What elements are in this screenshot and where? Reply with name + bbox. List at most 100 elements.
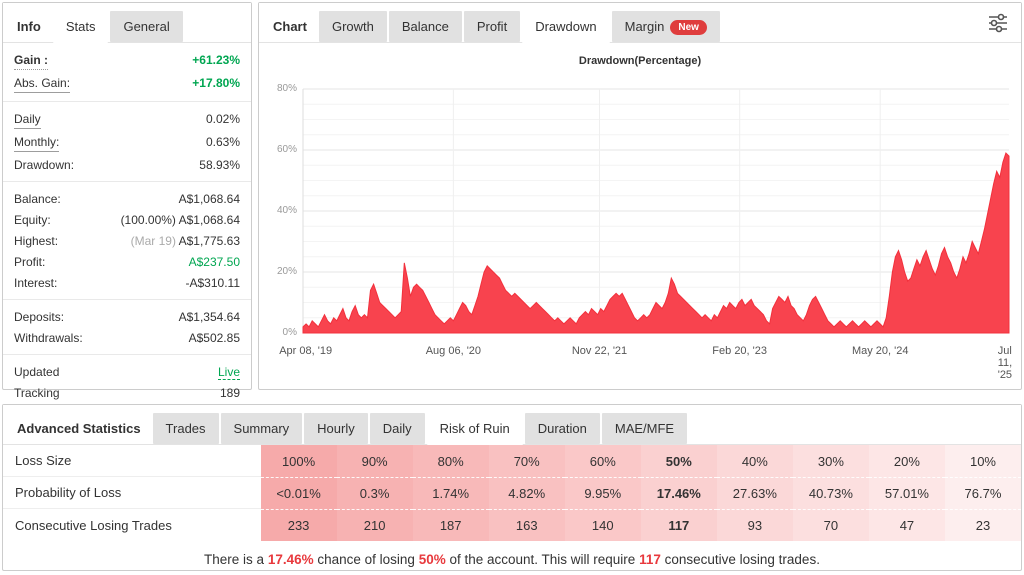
stat-group: Daily0.02%Monthly:0.63%Drawdown:58.93% [3, 102, 251, 182]
stat-row-abs-gain: Abs. Gain:+17.80% [14, 72, 240, 95]
stat-row-interest: Interest:-A$310.11 [14, 272, 240, 293]
stat-value-text: 58.93% [199, 158, 240, 172]
table-cell: 40% [717, 445, 793, 477]
tab-daily[interactable]: Daily [370, 413, 425, 444]
stat-value-text: +61.23% [192, 53, 240, 67]
chart-settings-sliders-icon[interactable] [987, 13, 1009, 38]
tab-text: Summary [234, 421, 290, 436]
table-cell: 140 [565, 509, 641, 541]
stat-value: -A$310.11 [186, 275, 241, 291]
table-cell: 100% [261, 445, 337, 477]
table-cell: 117 [641, 509, 717, 541]
x-axis-label: Apr 08, '19 [279, 345, 332, 357]
page: Info Stats General Gain : +61.23% Abs. Gai… [0, 0, 1024, 575]
stat-row-highest: Highest:(Mar 19) A$1,775.63 [14, 230, 240, 251]
stat-value-text[interactable]: Live [218, 365, 240, 380]
table-cell: 20% [869, 445, 945, 477]
table-cell: 9.95% [565, 477, 641, 509]
stat-row-gain: Gain : +61.23% [14, 49, 240, 72]
tab-info[interactable]: Info [11, 11, 51, 42]
stat-value: 0.02% [206, 111, 240, 127]
table-cell: 70 [793, 509, 869, 541]
stat-row-deposits: Deposits: A$1,354.64 [14, 306, 240, 327]
tab-text: MAE/MFE [615, 421, 674, 436]
risk-summary-text: There is a 17.46% chance of losing 50% o… [3, 541, 1021, 567]
tab-margin[interactable]: MarginNew [612, 11, 720, 42]
table-cell: 93 [717, 509, 793, 541]
stat-value: +17.80% [192, 75, 240, 91]
x-axis-label: Feb 20, '23 [712, 345, 767, 357]
stat-label: Deposits: [14, 309, 64, 325]
summary-text: There is a [204, 552, 268, 567]
table-cell: 10% [945, 445, 1021, 477]
tab-duration[interactable]: Duration [525, 413, 600, 444]
tab-text: Growth [332, 19, 374, 34]
stats-groups: Gain : +61.23% Abs. Gain:+17.80% Daily 0.02%… [3, 43, 251, 409]
stat-value-prefix: (100.00%) [121, 213, 179, 227]
stat-label: Balance: [14, 191, 61, 207]
table-cell: 17.46% [641, 477, 717, 509]
y-axis-label: 80% [259, 83, 297, 94]
stat-value-text: A$1,775.63 [179, 234, 240, 248]
y-axis-label: 20% [259, 266, 297, 277]
row-label: Probability of Loss [3, 477, 261, 509]
stat-value-text: A$1,354.64 [179, 310, 240, 324]
tab-hourly[interactable]: Hourly [304, 413, 368, 444]
x-axis-label: Jul 11, '25 [998, 345, 1012, 381]
stat-value-text: A$237.50 [189, 255, 240, 269]
tab-risk-of-ruin[interactable]: Risk of Ruin [427, 413, 523, 445]
tab-text: Margin [625, 19, 665, 34]
advanced-stats-title: Advanced Statistics [11, 413, 151, 444]
tab-trades[interactable]: Trades [153, 413, 219, 444]
stat-label: Gain : [14, 52, 48, 70]
tab-text: Duration [538, 421, 587, 436]
tab-drawdown[interactable]: Drawdown [522, 11, 609, 43]
table-cell: 70% [489, 445, 565, 477]
row-label: Consecutive Losing Trades [3, 509, 261, 541]
tab-mae-mfe[interactable]: MAE/MFE [602, 413, 687, 444]
table-row-loss-size: Loss Size100%90%80%70%60%50%40%30%20%10% [3, 445, 1021, 477]
table-cell: 1.74% [413, 477, 489, 509]
chart-tabbar: Chart Growth Balance Profit Drawdown MarginN… [259, 3, 1021, 43]
tab-stats[interactable]: Stats [53, 11, 109, 43]
stat-label: Tracking [14, 385, 60, 401]
table-cell: 210 [337, 509, 413, 541]
table-cell: 40.73% [793, 477, 869, 509]
chart-panel: Chart GrowthBalanceProfitDrawdownMarginN… [258, 2, 1022, 390]
tab-general[interactable]: General [110, 11, 182, 42]
drawdown-area-plot[interactable] [259, 43, 1021, 388]
stat-row-updated: Updated Live [14, 361, 240, 382]
tab-chart[interactable]: Chart [267, 11, 317, 42]
stat-group: Balance:A$1,068.64Equity:(100.00%) A$1,0… [3, 182, 251, 300]
tab-text: Drawdown [535, 19, 596, 34]
tab-summary[interactable]: Summary [221, 413, 303, 444]
advanced-stats-tabbar: Advanced Statistics Trades Summary Hourly D… [3, 405, 1021, 445]
y-axis-label: 60% [259, 144, 297, 155]
tab-profit[interactable]: Profit [464, 11, 520, 42]
table-cell: 233 [261, 509, 337, 541]
x-axis-label: May 20, '24 [852, 345, 909, 357]
stat-label: Daily [14, 111, 41, 129]
table-cell: 23 [945, 509, 1021, 541]
table-cell: 187 [413, 509, 489, 541]
drawdown-chart: Drawdown(Percentage) 0%20%40%60%80%Apr 0… [259, 43, 1021, 388]
stat-value: +61.23% [192, 52, 240, 68]
table-row-consecutive-losing-trades: Consecutive Losing Trades233210187163140… [3, 509, 1021, 541]
tab-growth[interactable]: Growth [319, 11, 387, 42]
row-label: Loss Size [3, 445, 261, 477]
summary-highlight: 17.46% [268, 552, 314, 567]
stat-value: (Mar 19) A$1,775.63 [131, 233, 240, 249]
stat-value: Live [218, 364, 240, 380]
stat-group: Gain : +61.23% Abs. Gain:+17.80% [3, 43, 251, 102]
stat-label: Updated [14, 364, 59, 380]
stat-group: Deposits:A$1,354.64Withdrawals:A$502.85 [3, 300, 251, 355]
x-axis-label: Nov 22, '21 [572, 345, 627, 357]
tab-text: Daily [383, 421, 412, 436]
table-cell: 163 [489, 509, 565, 541]
table-cell: 27.63% [717, 477, 793, 509]
tab-balance[interactable]: Balance [389, 11, 462, 42]
stat-row-equity: Equity:(100.00%) A$1,068.64 [14, 209, 240, 230]
stat-value-prefix: (Mar 19) [131, 234, 179, 248]
tab-text: Balance [402, 19, 449, 34]
stat-label: Withdrawals: [14, 330, 83, 346]
